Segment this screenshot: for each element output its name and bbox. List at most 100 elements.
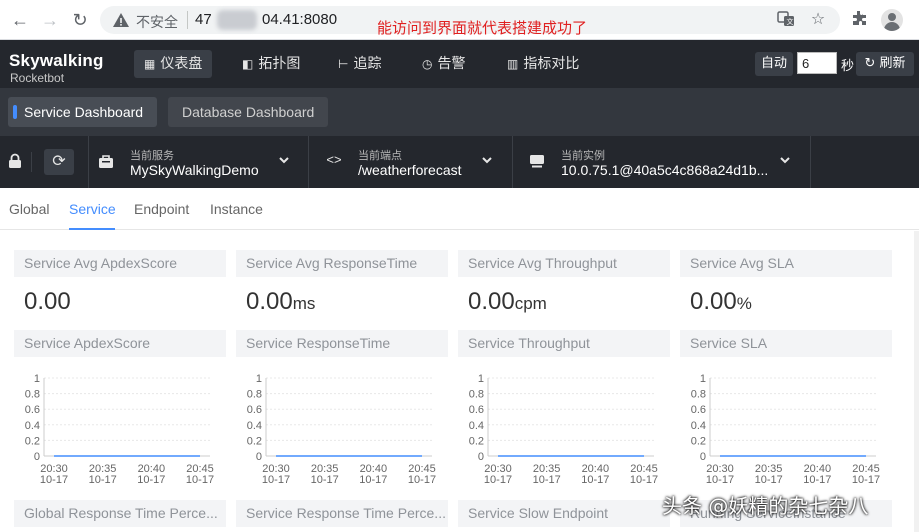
chevron-down-icon[interactable] [278,154,290,169]
y-tick-label: 0.8 [469,389,484,401]
chart-card-title: Service Throughput [458,330,670,357]
panel-card-title: Global Response Time Perce... [14,500,226,527]
tab-endpoint[interactable]: Endpoint [134,201,189,217]
x-tick-label: 10-17 [755,474,783,486]
url-divider [187,11,188,29]
metric-value: 0.00% [690,288,752,316]
panel-card-title: Service Slow Endpoint [458,500,670,527]
line-chart: 00.20.40.60.8120:3010-1720:3510-1720:401… [469,373,658,486]
y-tick-label: 1 [256,373,262,385]
refresh-label: 刷新 [879,56,906,71]
refresh-button[interactable]: ↻ 刷新 [856,52,914,76]
tab-global[interactable]: Global [9,201,49,217]
refresh-interval-input[interactable] [797,52,837,74]
chart-card-title: Service ResponseTime [236,330,448,357]
nav-dashboard[interactable]: ▦ 仪表盘 [134,50,213,78]
selector-divider [88,136,89,188]
metric-unit: cpm [514,294,547,313]
chart-card-title: Service SLA [680,330,892,357]
nav-trace[interactable]: ⊢ 追踪 [328,50,391,78]
svg-text:文: 文 [787,17,794,26]
back-button[interactable]: ← [8,8,32,32]
y-tick-label: 1 [700,373,706,385]
y-tick-label: 0 [34,451,40,463]
refresh-icon: ↻ [864,56,876,71]
chevron-down-icon[interactable] [779,154,791,169]
y-tick-label: 0 [700,451,706,463]
url-suffix: 04.41:8080 [262,11,338,28]
metric-number: 0.00 [246,288,293,315]
auto-refresh-button[interactable]: 自动 [755,52,793,76]
metric-number: 0.00 [24,288,71,315]
y-tick-label: 0 [478,451,484,463]
metric-value: 0.00ms [246,288,315,316]
selector-divider [31,152,32,172]
endpoint-selector-label: 当前端点 [358,149,402,162]
tab-database-dashboard[interactable]: Database Dashboard [168,97,329,127]
nav-dashboard-label: 仪表盘 [160,56,203,72]
x-tick-label: 10-17 [408,474,436,486]
line-chart: 00.20.40.60.8120:3010-1720:3510-1720:401… [25,373,214,486]
profile-avatar-icon[interactable] [881,9,903,31]
metric-unit: % [736,294,752,313]
selector-bar: ⟳ 当前服务 MySkyWalkingDemo <> 当前端点 /weather… [0,136,919,188]
comparison-icon: ▥ [507,57,519,71]
reload-selector-icon[interactable]: ⟳ [44,149,74,175]
nav-topology-label: 拓扑图 [258,56,301,72]
instance-selector-value[interactable]: 10.0.75.1@40a5c4c868a24d1b... [561,162,768,178]
nav-alarm[interactable]: ◷ 告警 [412,50,475,78]
y-tick-label: 0.6 [247,404,262,416]
app-logo-subtitle: Rocketbot [10,71,65,85]
insecure-label: 不安全 [136,14,178,30]
metric-card-title: Service Avg ApdexScore [14,250,226,277]
tab-service-dashboard[interactable]: Service Dashboard [8,97,158,127]
chevron-down-icon[interactable] [481,154,493,169]
x-tick-label: 10-17 [706,474,734,486]
url-prefix: 47 [195,11,212,28]
y-tick-label: 0.8 [247,389,262,401]
browser-toolbar: ← → ↻ 不安全 47 04.41:8080 文 ☆ 能访问到界面就代表搭建成… [0,0,919,40]
y-tick-label: 0.2 [247,435,262,447]
x-tick-label: 10-17 [852,474,880,486]
watermark-text: 头条 @妖精的杂七杂八 [662,494,869,518]
tab-instance[interactable]: Instance [210,201,263,217]
y-tick-label: 0.4 [247,420,262,432]
y-tick-label: 1 [34,373,40,385]
reload-button[interactable]: ↻ [68,8,92,32]
endpoint-selector-value[interactable]: /weatherforecast [358,162,462,178]
x-tick-label: 10-17 [186,474,214,486]
x-tick-label: 10-17 [137,474,165,486]
redacted-ip-blur [217,10,257,30]
y-tick-label: 0.4 [25,420,40,432]
metric-value: 0.00cpm [468,288,547,316]
tab-service[interactable]: Service [69,201,116,217]
selector-divider [512,136,513,188]
warning-icon[interactable] [112,11,130,29]
line-chart: 00.20.40.60.8120:3010-1720:3510-1720:401… [691,373,880,486]
metric-number: 0.00 [468,288,515,315]
bookmark-star-icon[interactable]: ☆ [808,10,828,30]
y-tick-label: 0.8 [691,389,706,401]
service-selector-value[interactable]: MySkyWalkingDemo [130,162,259,178]
line-chart: 00.20.40.60.8120:3010-1720:3510-1720:401… [247,373,436,486]
extensions-icon[interactable] [849,10,869,30]
y-tick-label: 0.2 [469,435,484,447]
x-tick-label: 10-17 [262,474,290,486]
service-selector-label: 当前服务 [130,149,174,162]
content-scrollbar[interactable] [914,231,919,532]
nav-topology[interactable]: ◧ 拓扑图 [232,50,310,78]
y-tick-label: 1 [478,373,484,385]
instance-icon [527,153,547,172]
y-tick-label: 0.4 [691,420,706,432]
y-tick-label: 0.4 [469,420,484,432]
nav-comparison[interactable]: ▥ 指标对比 [497,50,589,78]
forward-button[interactable]: → [38,8,62,32]
translate-icon[interactable]: 文 [776,10,796,30]
app-header: Skywalking Rocketbot ▦ 仪表盘 ◧ 拓扑图 ⊢ 追踪 ◷ 告警 ▥… [0,40,919,88]
x-tick-label: 10-17 [311,474,339,486]
dashboard-tab-bar: Service Dashboard Database Dashboard [0,88,919,136]
y-tick-label: 0.6 [469,404,484,416]
lock-icon[interactable] [6,153,24,172]
active-tab-indicator [69,228,115,230]
metric-card-title: Service Avg ResponseTime [236,250,448,277]
